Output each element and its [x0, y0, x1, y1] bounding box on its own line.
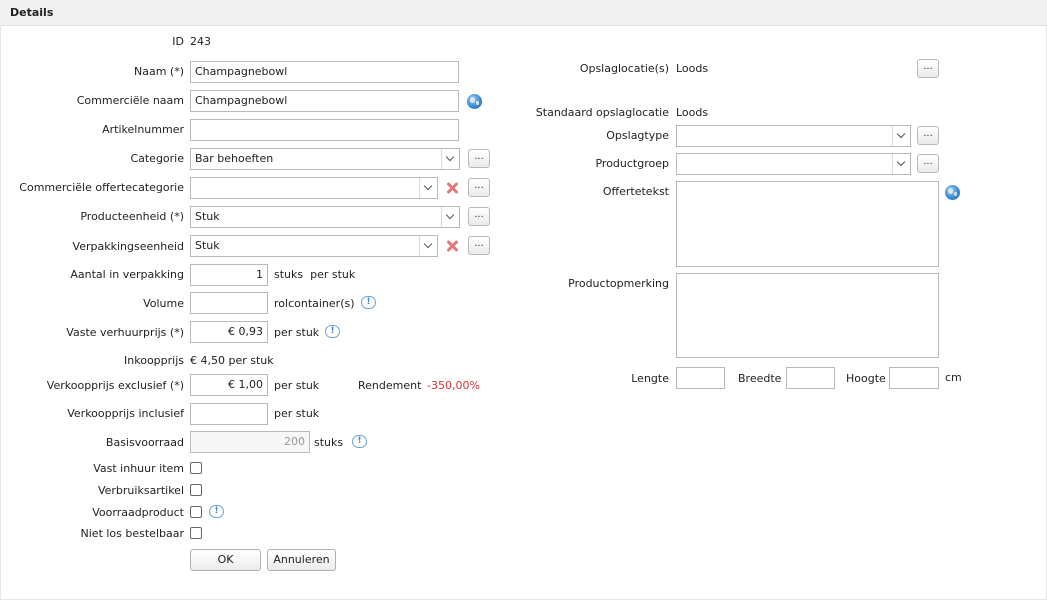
chevron-down-icon[interactable]	[419, 178, 437, 198]
vaste-verhuurprijs-input[interactable]: € 0,93	[190, 321, 268, 343]
categorie-more-button[interactable]: ...	[468, 149, 490, 168]
offertetekst-label: Offertetekst	[602, 185, 669, 198]
verpakkingseenheid-select[interactable]: Stuk	[190, 235, 438, 257]
naam-input[interactable]: Champagnebowl	[190, 61, 459, 83]
opslaglocaties-more-button[interactable]: ...	[917, 59, 939, 78]
producteenheid-value: Stuk	[195, 210, 220, 223]
producteenheid-select[interactable]: Stuk	[190, 206, 460, 228]
inkoopprijs-label: Inkoopprijs	[124, 354, 184, 367]
basisvoorraad-input: 200	[190, 431, 310, 453]
niet-los-label: Niet los bestelbaar	[80, 527, 184, 540]
offertecategorie-more-button[interactable]: ...	[468, 178, 490, 197]
productgroep-label: Productgroep	[595, 157, 669, 170]
categorie-label: Categorie	[130, 152, 184, 165]
categorie-value: Bar behoeften	[195, 152, 274, 165]
rendement-label: Rendement	[358, 379, 422, 392]
verpakkingseenheid-more-button[interactable]: ...	[468, 236, 490, 255]
rendement-value: -350,00%	[427, 379, 480, 392]
verkoopprijs-incl-suffix: per stuk	[274, 407, 320, 420]
info-icon[interactable]: !	[361, 296, 376, 309]
opslagtype-label: Opslagtype	[606, 129, 669, 142]
artikelnummer-input[interactable]	[190, 119, 459, 141]
offertetekst-textarea[interactable]	[676, 181, 939, 267]
opslaglocaties-label: Opslaglocatie(s)	[579, 62, 669, 75]
vaste-verhuurprijs-suffix: per stuk	[274, 326, 320, 339]
standaard-opslaglocatie-value: Loods	[676, 106, 709, 119]
producteenheid-label: Producteenheid (*)	[80, 210, 184, 223]
categorie-select[interactable]: Bar behoeften	[190, 148, 460, 170]
aantal-verpakking-input[interactable]: 1	[190, 264, 268, 286]
verkoopprijs-excl-input[interactable]: € 1,00	[190, 374, 268, 396]
opslagtype-select[interactable]	[676, 125, 911, 147]
inkoopprijs-value: € 4,50 per stuk	[190, 354, 274, 367]
ok-button[interactable]: OK	[190, 549, 261, 571]
productgroep-more-button[interactable]: ...	[917, 154, 939, 173]
id-label: ID	[172, 35, 184, 48]
offertecategorie-select[interactable]	[190, 177, 438, 199]
cancel-button[interactable]: Annuleren	[267, 549, 336, 571]
lengte-label: Lengte	[631, 372, 669, 385]
vast-inhuur-label: Vast inhuur item	[93, 462, 184, 475]
commerciele-naam-input[interactable]: Champagnebowl	[190, 90, 459, 112]
verbruiksartikel-label: Verbruiksartikel	[97, 484, 184, 497]
niet-los-checkbox[interactable]	[190, 527, 202, 539]
verkoopprijs-excl-suffix: per stuk	[274, 379, 320, 392]
verkoopprijs-excl-label: Verkoopprijs exclusief (*)	[46, 379, 184, 392]
hoogte-input[interactable]	[889, 367, 939, 389]
verkoopprijs-incl-label: Verkoopprijs inclusief	[67, 407, 184, 420]
vaste-verhuurprijs-label: Vaste verhuurprijs (*)	[66, 326, 184, 339]
info-icon[interactable]: !	[325, 325, 340, 338]
volume-input[interactable]	[190, 292, 268, 314]
breedte-label: Breedte	[738, 372, 782, 385]
productgroep-select[interactable]	[676, 153, 911, 175]
naam-label: Naam (*)	[133, 65, 184, 78]
globe-icon[interactable]	[945, 185, 960, 200]
producteenheid-more-button[interactable]: ...	[468, 207, 490, 226]
delete-icon[interactable]	[445, 239, 459, 253]
productopmerking-textarea[interactable]	[676, 273, 939, 358]
delete-icon[interactable]	[445, 181, 459, 195]
offertecategorie-label: Commerciële offertecategorie	[19, 181, 184, 194]
standaard-opslaglocatie-label: Standaard opslaglocatie	[535, 106, 669, 119]
chevron-down-icon[interactable]	[892, 126, 910, 146]
productopmerking-label: Productopmerking	[568, 277, 669, 290]
id-value: 243	[190, 35, 211, 48]
aantal-verpakking-suffix: stuks per stuk	[274, 268, 356, 281]
verkoopprijs-incl-input[interactable]	[190, 403, 268, 425]
chevron-down-icon[interactable]	[419, 236, 437, 256]
info-icon[interactable]: !	[352, 435, 367, 448]
info-icon[interactable]: !	[209, 505, 224, 518]
volume-suffix: rolcontainer(s)	[274, 297, 355, 310]
globe-icon[interactable]	[467, 94, 482, 109]
voorraadproduct-label: Voorraadproduct	[92, 506, 184, 519]
basisvoorraad-suffix: stuks	[314, 436, 344, 449]
details-header: Details	[0, 0, 1047, 26]
opslaglocaties-value: Loods	[676, 62, 709, 75]
chevron-down-icon[interactable]	[892, 154, 910, 174]
aantal-verpakking-label: Aantal in verpakking	[70, 268, 184, 281]
verpakkingseenheid-label: Verpakkingseenheid	[72, 240, 184, 253]
commerciele-naam-label: Commerciële naam	[76, 94, 184, 107]
opslagtype-more-button[interactable]: ...	[917, 126, 939, 145]
chevron-down-icon[interactable]	[441, 207, 459, 227]
lengte-input[interactable]	[676, 367, 725, 389]
vast-inhuur-checkbox[interactable]	[190, 462, 202, 474]
voorraadproduct-checkbox[interactable]	[190, 506, 202, 518]
hoogte-label: Hoogte	[846, 372, 886, 385]
artikelnummer-label: Artikelnummer	[102, 123, 184, 136]
unit-label: cm	[945, 371, 962, 384]
verbruiksartikel-checkbox[interactable]	[190, 484, 202, 496]
basisvoorraad-label: Basisvoorraad	[105, 436, 184, 449]
volume-label: Volume	[143, 297, 184, 310]
breedte-input[interactable]	[786, 367, 835, 389]
page-title: Details	[10, 6, 54, 19]
chevron-down-icon[interactable]	[441, 149, 459, 169]
verpakkingseenheid-value: Stuk	[195, 239, 220, 252]
